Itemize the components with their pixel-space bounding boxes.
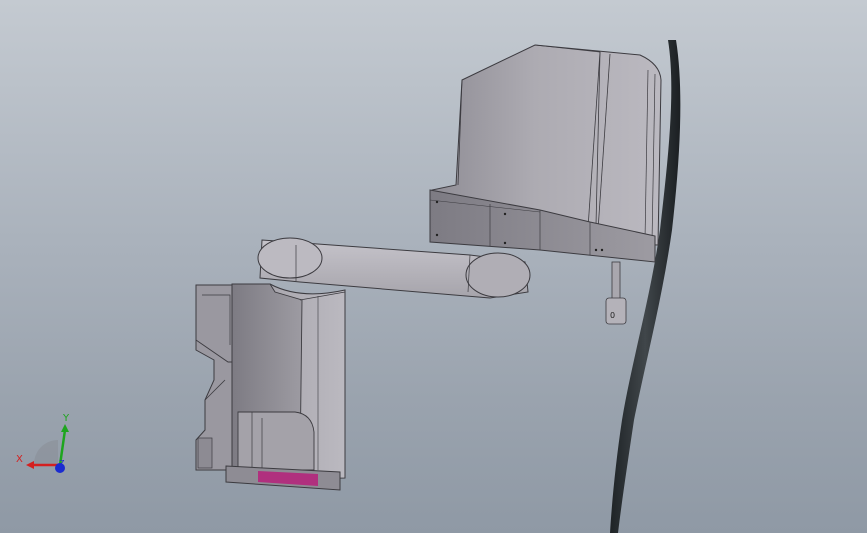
x-axis-label: X bbox=[16, 454, 23, 465]
triad-shade bbox=[34, 440, 58, 464]
scara-robot-model[interactable]: 0 bbox=[0, 0, 867, 533]
tool-flange bbox=[605, 297, 627, 325]
spline-shaft bbox=[611, 261, 621, 301]
z-axis-label: Z bbox=[59, 459, 65, 468]
part-label: 0 bbox=[610, 311, 615, 320]
arm-joint-1 bbox=[257, 237, 323, 279]
y-axis-label: Y bbox=[63, 413, 70, 424]
cad-viewport[interactable]: 0 Y X Z bbox=[0, 0, 867, 533]
orientation-triad: Y X Z bbox=[12, 410, 82, 480]
base-bracket bbox=[237, 411, 315, 471]
arm-joint-2 bbox=[465, 252, 531, 298]
